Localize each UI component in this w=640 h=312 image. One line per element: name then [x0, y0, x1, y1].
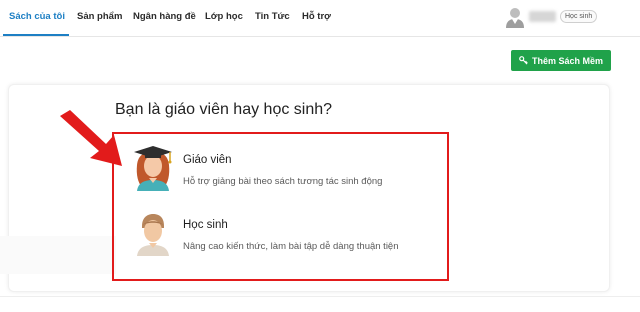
nav-item-products[interactable]: Sản phẩm — [77, 11, 122, 22]
nav-item-question-bank[interactable]: Ngân hàng đề — [133, 11, 196, 22]
nav-item-support[interactable]: Hỗ trợ — [302, 11, 331, 22]
username-blurred[interactable] — [529, 11, 556, 22]
background-strip — [0, 236, 116, 274]
active-tab-indicator — [3, 34, 69, 36]
user-avatar-icon[interactable] — [505, 5, 525, 29]
role-question-heading: Bạn là giáo viên hay học sinh? — [115, 101, 333, 118]
key-icon — [519, 56, 528, 65]
nav-item-news[interactable]: Tin Tức — [255, 11, 290, 22]
nav-item-my-books[interactable]: Sách của tôi — [9, 11, 65, 22]
red-arrow-icon — [60, 110, 122, 166]
red-highlight-box — [112, 132, 449, 281]
footer-divider — [0, 296, 640, 297]
nav-item-classes[interactable]: Lớp học — [205, 11, 243, 22]
page: Sách của tôi Sản phẩm Ngân hàng đề Lớp h… — [0, 0, 640, 312]
add-soft-book-button[interactable]: Thêm Sách Mềm — [511, 50, 611, 71]
add-soft-book-label: Thêm Sách Mềm — [531, 55, 604, 66]
user-role-badge: Học sinh — [560, 10, 598, 23]
top-navigation: Sách của tôi Sản phẩm Ngân hàng đề Lớp h… — [0, 0, 640, 37]
